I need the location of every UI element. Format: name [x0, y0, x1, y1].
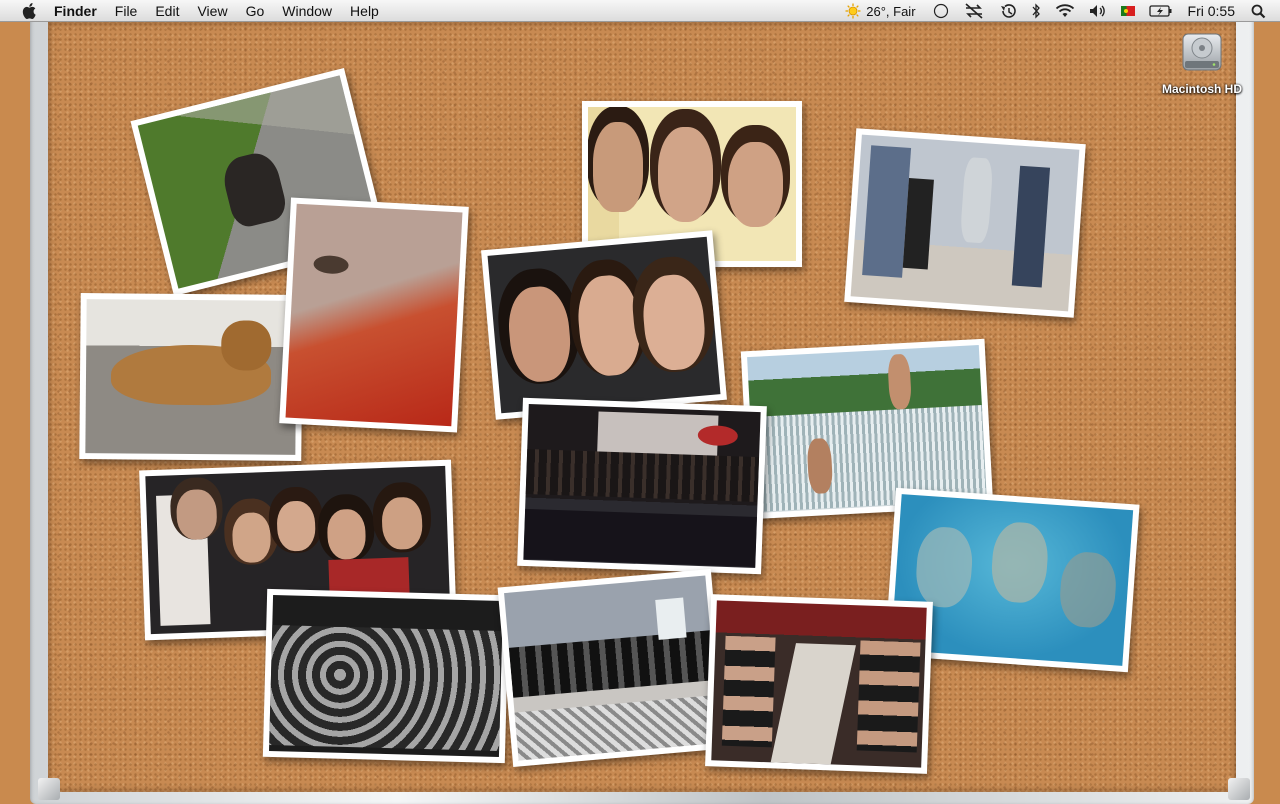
menu-bar: Finder File Edit View Go Window Help 26°…	[0, 0, 1280, 22]
photo-stage-choir	[517, 397, 767, 575]
hard-drive-icon	[1181, 30, 1223, 74]
time-machine-icon[interactable]	[992, 0, 1024, 22]
menu-file[interactable]: File	[106, 0, 147, 22]
volume-icon[interactable]	[1082, 0, 1114, 22]
photo-black-white-group	[262, 588, 510, 764]
wifi-icon[interactable]	[1048, 0, 1082, 22]
weather-menu-extra[interactable]: 26°, Fair	[838, 0, 925, 22]
frame-corner	[38, 778, 60, 800]
bluetooth-icon[interactable]	[1024, 0, 1048, 22]
weather-sun-icon	[845, 3, 861, 19]
menu-help[interactable]: Help	[341, 0, 388, 22]
desktop-icon-macintosh-hd[interactable]: Macintosh HD	[1156, 30, 1248, 96]
frame-corner	[1228, 778, 1250, 800]
photo-three-friends-selfie	[481, 230, 727, 420]
desktop-icon-label: Macintosh HD	[1161, 82, 1242, 96]
photo-jumping-on-bed	[844, 128, 1086, 318]
spotlight-search-icon[interactable]	[1243, 0, 1280, 22]
sync-disabled-icon[interactable]	[956, 0, 992, 22]
photo-street-procession	[497, 569, 727, 767]
photo-restaurant-dinner	[705, 594, 933, 774]
menu-view[interactable]: View	[188, 0, 236, 22]
menu-edit[interactable]: Edit	[146, 0, 188, 22]
menu-finder[interactable]: Finder	[52, 0, 106, 22]
clock[interactable]: Fri 0:55	[1180, 0, 1243, 22]
photo-cat-closeup	[279, 197, 469, 433]
menu-window[interactable]: Window	[273, 0, 341, 22]
circle-status-icon[interactable]	[926, 0, 956, 22]
photo-lying-dog	[79, 293, 303, 461]
portugal-flag-icon[interactable]	[1114, 0, 1142, 22]
menu-go[interactable]: Go	[237, 0, 274, 22]
apple-menu-icon[interactable]	[19, 0, 39, 22]
battery-charging-icon[interactable]	[1142, 0, 1180, 22]
weather-text: 26°, Fair	[866, 3, 916, 19]
